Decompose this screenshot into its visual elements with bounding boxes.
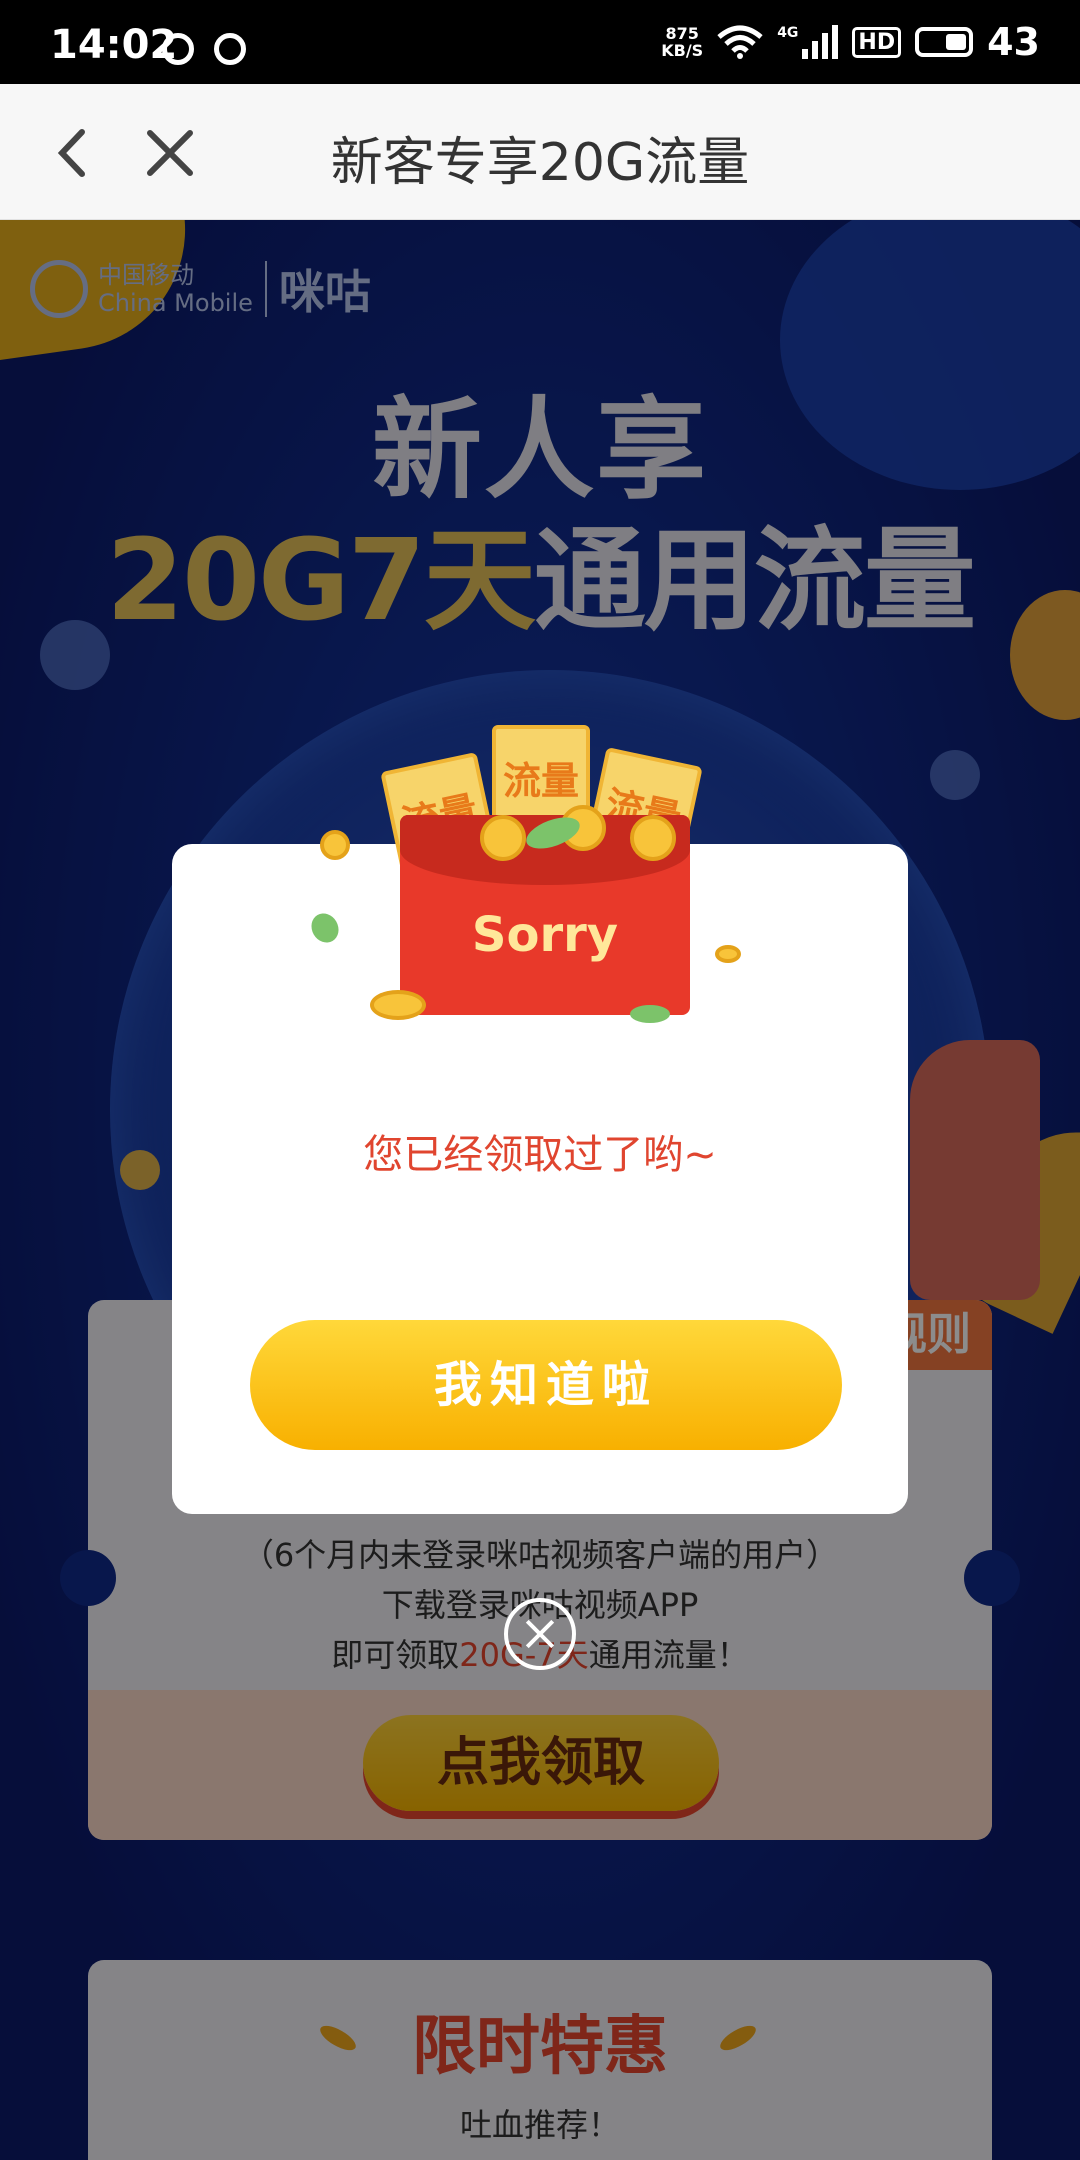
battery-level: 43: [987, 20, 1040, 64]
red-envelope-illustration: 流量 流量 流量 Sorry: [306, 700, 750, 1040]
envelope-label: Sorry: [471, 907, 619, 963]
hd-voice-icon: HD: [852, 26, 902, 58]
dialog-message: 您已经领取过了哟~: [363, 1132, 717, 1178]
coin-icon: [715, 945, 741, 963]
coin-icon: [320, 830, 350, 860]
leaf-icon: [630, 1005, 670, 1023]
page-title: 新客专享20G流量: [330, 133, 750, 193]
network-speed: 875 KB/S: [661, 24, 704, 60]
wifi-icon: [717, 25, 763, 59]
weibo-icon: [162, 33, 194, 65]
coin-icon: [370, 990, 426, 1020]
coin-icon: [630, 815, 676, 861]
got-it-button[interactable]: 我知道啦: [250, 1320, 842, 1450]
status-time: 14:02: [50, 22, 178, 68]
dialog-close-icon[interactable]: [504, 1598, 576, 1670]
coin-icon: [480, 815, 526, 861]
app-bar: 新客专享20G流量: [0, 84, 1080, 220]
status-bar: 14:02 875 KB/S 4G HD 43: [0, 0, 1080, 84]
signal-icon: 4G: [777, 25, 839, 59]
app-notification-icon: [214, 33, 246, 65]
battery-icon: [915, 27, 974, 57]
